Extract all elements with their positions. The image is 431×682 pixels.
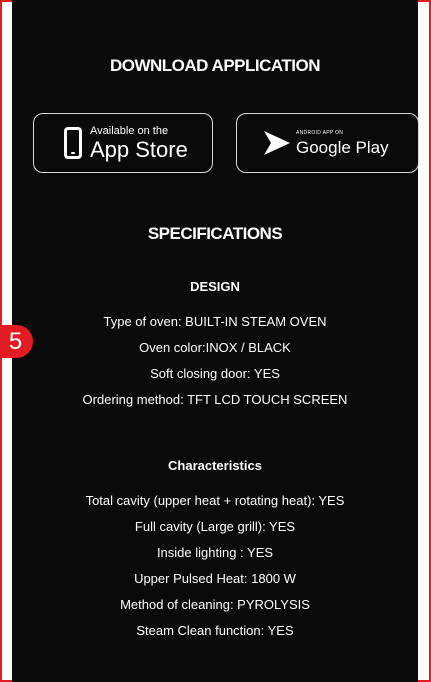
google-play-caption: ANDROID APP ON xyxy=(296,129,344,136)
list-item: Oven color:INOX / BLACK xyxy=(139,340,291,355)
step-number-badge: 5 xyxy=(0,325,33,358)
list-item: Full cavity (Large grill): YES xyxy=(134,519,296,534)
specs-panel: DOWNLOAD APPLICATION Available on the Ap… xyxy=(12,0,419,682)
app-store-label: App Store xyxy=(90,136,188,162)
list-item: Ordering method: TFT LCD TOUCH SCREEN xyxy=(82,392,348,407)
phone-icon xyxy=(64,127,82,159)
list-item: Total cavity (upper heat + rotating heat… xyxy=(85,493,345,508)
characteristics-title: Characteristics xyxy=(168,458,262,473)
design-list: Type of oven: BUILT-IN STEAM OVEN Oven c… xyxy=(12,309,418,413)
list-item: Soft closing door: YES xyxy=(150,366,280,381)
play-icon xyxy=(264,131,290,155)
specifications-title: SPECIFICATIONS xyxy=(147,224,283,243)
google-play-label: Google Play xyxy=(296,137,389,157)
list-item: Method of cleaning: PYROLYSIS xyxy=(120,597,310,612)
list-item: Upper Pulsed Heat: 1800 W xyxy=(134,571,296,586)
download-title: DOWNLOAD APPLICATION xyxy=(109,56,321,75)
list-item: Steam Clean function: YES xyxy=(136,623,294,638)
list-item: Inside lighting : YES xyxy=(156,545,274,560)
list-item: Type of oven: BUILT-IN STEAM OVEN xyxy=(103,314,327,329)
app-store-button[interactable]: Available on the App Store xyxy=(33,113,213,173)
google-play-button[interactable]: ANDROID APP ON Google Play xyxy=(236,113,419,173)
app-store-caption: Available on the xyxy=(90,124,169,137)
characteristics-list: Total cavity (upper heat + rotating heat… xyxy=(12,488,418,644)
design-title: DESIGN xyxy=(190,279,240,294)
